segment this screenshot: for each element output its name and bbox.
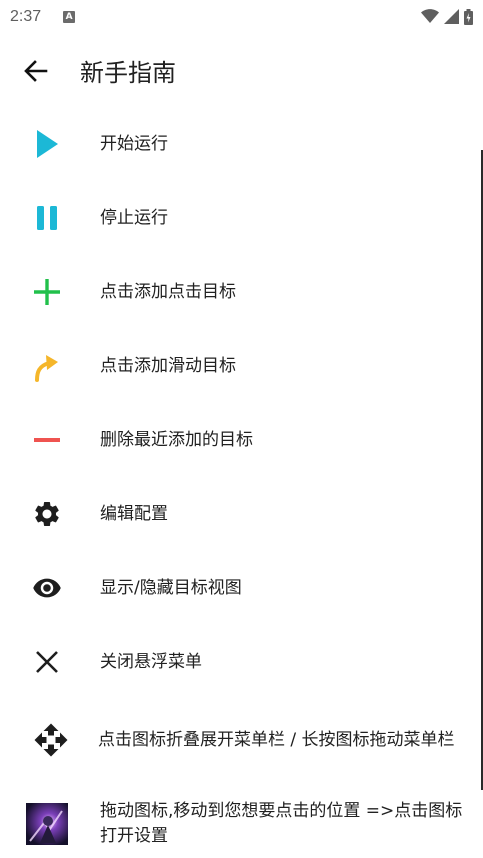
notification-icon: A	[63, 10, 76, 23]
guide-item-drag-icon: 拖动图标,移动到您想要点击的位置 =>点击图标打开设置	[0, 799, 483, 849]
guide-item-toggle-view: 显示/隐藏目标视图	[0, 571, 483, 605]
guide-item-close-menu: 关闭悬浮菜单	[0, 645, 483, 679]
eye-icon	[28, 569, 66, 607]
play-icon	[28, 125, 66, 163]
guide-item-stop: 停止运行	[0, 201, 483, 235]
guide-item-remove: 删除最近添加的目标	[0, 423, 483, 457]
pause-icon	[28, 199, 66, 237]
plus-icon	[28, 273, 66, 311]
signal-icon	[444, 9, 459, 24]
guide-item-start: 开始运行	[0, 127, 483, 161]
swipe-arrow-icon	[28, 347, 66, 385]
guide-item-label: 停止运行	[100, 207, 168, 228]
app-bar: 新手指南	[0, 40, 483, 100]
guide-item-add-swipe: 点击添加滑动目标	[0, 349, 483, 383]
gear-icon	[28, 495, 66, 533]
guide-item-add-click: 点击添加点击目标	[0, 275, 483, 309]
guide-item-label: 显示/隐藏目标视图	[100, 577, 242, 598]
guide-item-label: 开始运行	[100, 133, 168, 154]
move-icon	[32, 721, 70, 759]
guide-item-label: 删除最近添加的目标	[100, 429, 253, 450]
wifi-icon	[421, 9, 439, 23]
guide-item-label: 拖动图标,移动到您想要点击的位置 =>点击图标打开设置	[100, 801, 463, 846]
guide-item-label: 关闭悬浮菜单	[100, 651, 202, 672]
status-icons	[421, 8, 473, 25]
battery-icon	[464, 8, 473, 25]
guide-item-label: 点击图标折叠展开菜单栏 / 长按图标拖动菜单栏	[98, 729, 455, 750]
guide-item-label: 编辑配置	[100, 503, 168, 524]
close-icon	[28, 643, 66, 681]
guide-item-edit-config: 编辑配置	[0, 497, 483, 531]
guide-item-label: 点击添加点击目标	[100, 281, 236, 302]
guide-item-collapse-menu: 点击图标折叠展开菜单栏 / 长按图标拖动菜单栏	[0, 715, 483, 765]
page-title: 新手指南	[80, 59, 176, 87]
status-time: 2:37	[10, 7, 42, 25]
app-thumbnail-icon	[26, 803, 68, 845]
arrow-left-icon[interactable]	[22, 57, 50, 85]
guide-item-label: 点击添加滑动目标	[100, 355, 236, 376]
status-bar: 2:37 A	[0, 0, 483, 33]
minus-icon	[28, 421, 66, 459]
